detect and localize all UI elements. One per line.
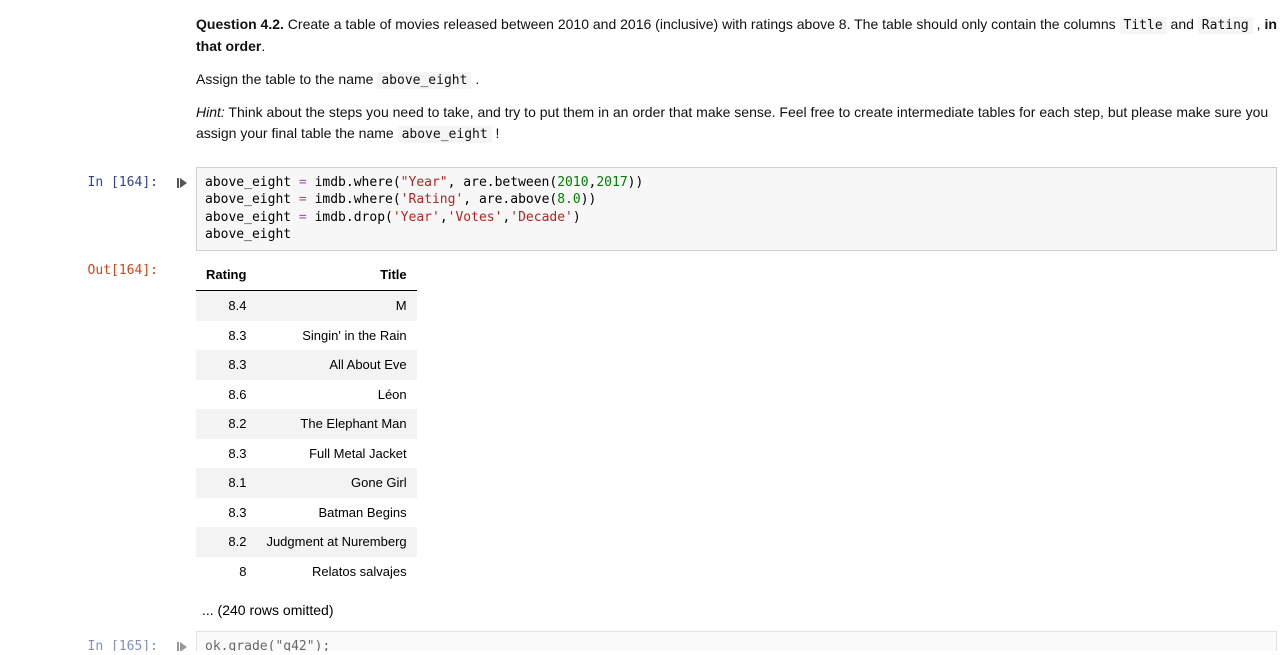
hint-body: Think about the steps you need to take, … [196,104,1268,141]
code-editor[interactable]: above_eight = imdb.where("Year", are.bet… [196,167,1277,251]
code-input-cell-next: In [165]: ok.grade("q42"); [0,631,1287,651]
col-title: Title [256,259,416,291]
table-row: 8.3Singin' in the Rain [196,321,417,351]
code-input-cell: In [164]: above_eight = imdb.where("Year… [0,167,1287,251]
table-row: 8.3Batman Begins [196,498,417,528]
txt: and [1167,16,1198,32]
markdown-cell: Question 4.2. Create a table of movies r… [0,8,1287,163]
output-content: Rating Title 8.4M 8.3Singin' in the Rain… [196,255,1287,628]
rows-omitted: ... (240 rows omitted) [196,586,1277,627]
run-cell-button[interactable] [168,167,196,251]
txt: . [471,71,479,87]
code-above-eight: above_eight [398,126,492,143]
code-title: Title [1120,17,1167,34]
table-header-row: Rating Title [196,259,417,291]
assign-pre: Assign the table to the name [196,71,377,87]
out-prompt: Out[164]: [0,255,168,628]
table-row: 8.6Léon [196,380,417,410]
in-prompt: In [164]: [0,167,168,251]
code-content[interactable]: ok.grade("q42"); [196,631,1287,651]
hint-label: Hint: [196,104,225,120]
table-row: 8Relatos salvajes [196,557,417,587]
run-cell-button[interactable] [168,631,196,651]
code-rating: Rating [1198,17,1253,34]
run-icon [177,642,187,651]
notebook: Question 4.2. Create a table of movies r… [0,0,1287,651]
table-row: 8.3All About Eve [196,350,417,380]
output-table: Rating Title 8.4M 8.3Singin' in the Rain… [196,259,417,587]
question-label: Question 4.2. [196,16,284,32]
code-output-cell: Out[164]: Rating Title 8.4M 8.3Singin' i… [0,255,1287,628]
txt: , [1253,16,1265,32]
code-content[interactable]: above_eight = imdb.where("Year", are.bet… [196,167,1287,251]
table-row: 8.2Judgment at Nuremberg [196,527,417,557]
in-prompt: In [165]: [0,631,168,651]
txt: . [261,38,265,54]
txt: ! [492,125,500,141]
col-rating: Rating [196,259,256,291]
table-row: 8.1Gone Girl [196,468,417,498]
question-text: Question 4.2. Create a table of movies r… [196,8,1287,163]
code-editor[interactable]: ok.grade("q42"); [196,631,1277,651]
run-icon [177,178,187,188]
table-row: 8.4M [196,291,417,321]
table-row: 8.3Full Metal Jacket [196,439,417,469]
table-row: 8.2The Elephant Man [196,409,417,439]
question-body: Create a table of movies released betwee… [284,16,1120,32]
code-above-eight: above_eight [377,72,471,89]
